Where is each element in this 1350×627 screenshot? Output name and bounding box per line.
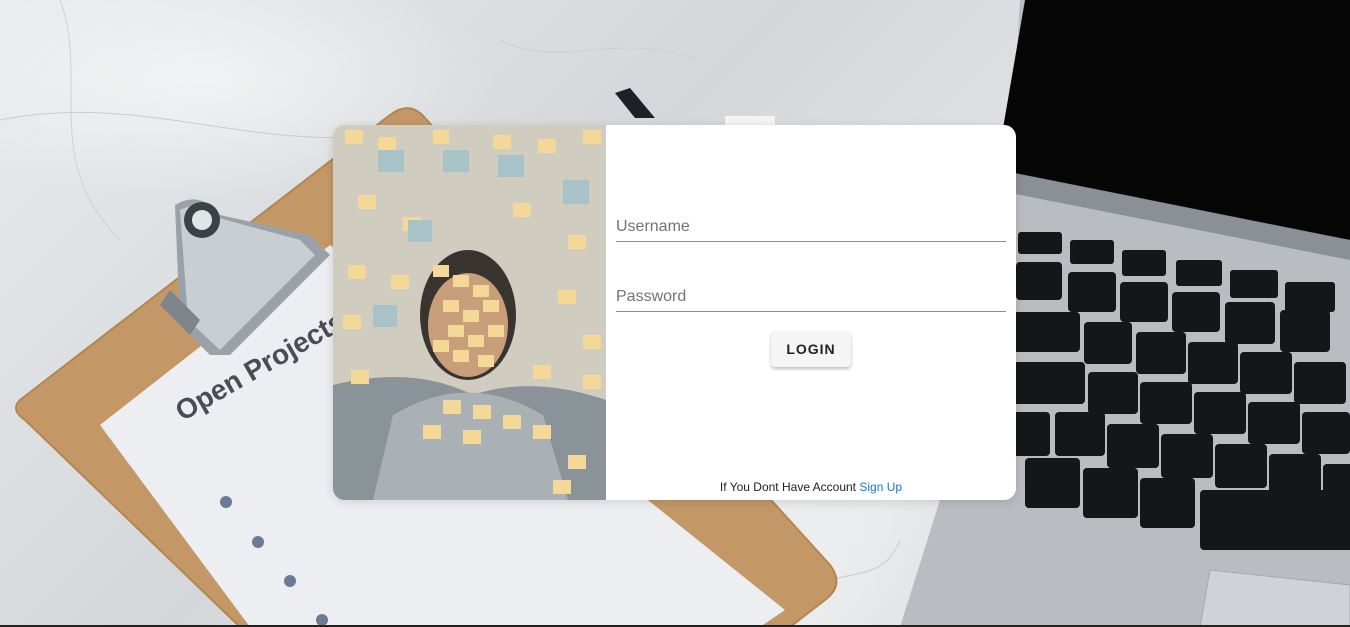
login-button[interactable]: LOGIN	[771, 331, 851, 367]
clipboard-clip-icon	[160, 199, 330, 355]
password-input[interactable]	[616, 283, 1006, 312]
username-input[interactable]	[616, 213, 1006, 242]
login-form: LOGIN If You Dont Have Account Sign Up	[616, 125, 1006, 500]
signup-prompt: If You Dont Have Account	[719, 480, 857, 494]
login-card: LOGIN If You Dont Have Account Sign Up	[333, 125, 1016, 500]
signup-row: If You Dont Have Account Sign Up	[616, 480, 1006, 494]
sticky-notes-photo	[333, 125, 606, 500]
signup-link[interactable]: Sign Up	[859, 480, 902, 494]
pen-icon	[615, 88, 775, 126]
